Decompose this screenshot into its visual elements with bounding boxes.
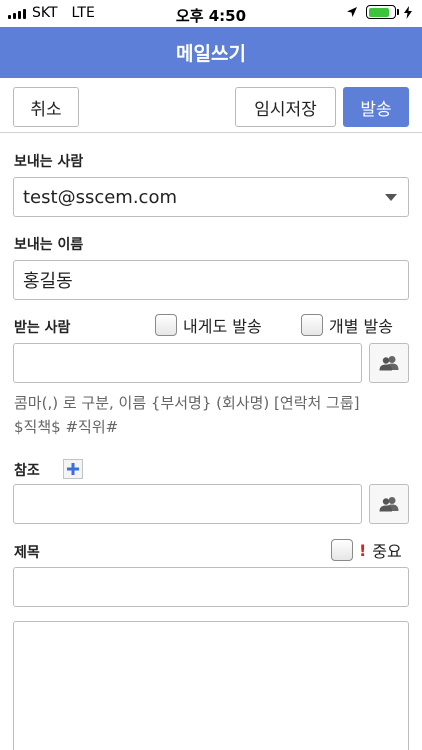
body-textarea[interactable]	[13, 621, 409, 750]
header-bar: 메일쓰기	[0, 27, 422, 78]
individual-send-checkbox[interactable]	[301, 314, 323, 336]
cancel-button[interactable]: 취소	[13, 87, 79, 127]
sender-name-input[interactable]: 홍길동	[13, 260, 409, 300]
help-line-1: 콤마(,) 로 구분, 이름 {부서명} (회사명) [연락처 그룹]	[14, 394, 360, 412]
cc-label: 참조	[14, 463, 40, 479]
people-icon	[379, 497, 399, 512]
recipients-input[interactable]	[13, 343, 362, 383]
status-bar-right	[346, 5, 412, 19]
help-line-2: $직책$ #직위#	[14, 418, 119, 436]
send-to-me-checkbox[interactable]	[155, 314, 177, 336]
individual-send-label: 개별 발송	[329, 317, 393, 336]
important-mark: !	[359, 540, 367, 560]
individual-send-option[interactable]: 개별 발송	[301, 313, 393, 337]
sender-label: 보내는 사람	[14, 154, 84, 170]
sender-name-label: 보내는 이름	[14, 237, 84, 253]
sender-select[interactable]: test@sscem.com	[13, 177, 409, 217]
sender-name-value: 홍길동	[23, 271, 73, 292]
location-arrow-icon	[347, 7, 357, 17]
caret-down-icon	[385, 194, 397, 201]
battery-icon	[366, 5, 399, 19]
save-draft-button[interactable]: 임시저장	[235, 87, 336, 127]
battery-level-fill	[368, 7, 389, 17]
people-icon	[379, 356, 399, 371]
recipients-label: 받는 사람	[14, 320, 71, 336]
page-title: 메일쓰기	[176, 43, 246, 65]
status-bar: SKT LTE 오후 4:50	[0, 0, 422, 27]
sender-value: test@sscem.com	[23, 186, 177, 208]
send-button[interactable]: 발송	[343, 87, 409, 127]
send-to-me-label: 내게도 발송	[183, 317, 262, 336]
cc-input[interactable]	[13, 484, 362, 524]
send-to-me-option[interactable]: 내게도 발송	[155, 313, 262, 337]
charging-bolt-icon	[404, 5, 412, 19]
plus-icon	[67, 463, 79, 475]
important-option[interactable]: ! 중요	[331, 538, 402, 562]
subject-input[interactable]	[13, 567, 409, 607]
add-cc-button[interactable]	[63, 459, 83, 479]
cc-address-book-button[interactable]	[369, 484, 409, 524]
recipients-help-text: 콤마(,) 로 구분, 이름 {부서명} (회사명) [연락처 그룹] $직책$…	[14, 391, 410, 439]
important-label: 중요	[372, 542, 402, 561]
important-checkbox[interactable]	[331, 539, 353, 561]
toolbar: 취소 임시저장 발송	[0, 78, 422, 133]
subject-label: 제목	[14, 545, 40, 561]
recipients-address-book-button[interactable]	[369, 343, 409, 383]
